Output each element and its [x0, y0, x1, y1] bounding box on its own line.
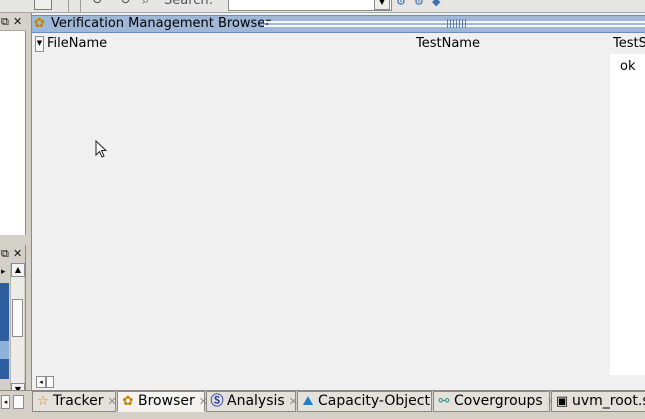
titlebar-grip-handle[interactable]: [447, 19, 467, 28]
mouse-cursor-icon: [95, 140, 108, 158]
search-options-icon[interactable]: ⚙: [396, 0, 406, 8]
browser-icon: ✿: [122, 394, 134, 409]
column-header-testname[interactable]: TestName: [416, 36, 480, 51]
redo-icon[interactable]: ↻: [120, 0, 131, 8]
capacity-chart-icon: ⛰: [302, 394, 314, 409]
search-dropdown-button[interactable]: ▼: [374, 0, 390, 10]
tab-close-icon[interactable]: ✕: [108, 392, 117, 411]
vertical-scrollbar[interactable]: ▲ ▼: [10, 263, 25, 397]
tab-scroll-left-button[interactable]: ◂: [1, 395, 10, 409]
analysis-icon: Ⓢ: [210, 394, 224, 409]
top-toolbar: ↺ ↻ ⌕ Search: ▼ ⚙ ⚙ ◆: [0, 0, 645, 13]
column-header-filename[interactable]: FileName: [47, 36, 107, 51]
tab-capacity-object[interactable]: ⛰Capacity-Object✕: [297, 391, 443, 412]
toolbar-separator: [80, 0, 81, 12]
bottom-tab-bar: ◂ ☆ Tracker ✕ ✿ Browser ✕ Ⓢ Analysis ✕ ⛰ Capaci…: [0, 390, 645, 419]
panel-title: Verification Management Browser: [51, 16, 271, 31]
tab-tracker[interactable]: ☆ Tracker ✕: [32, 391, 117, 412]
left-panel-bottom-header: ⧉ ✕: [0, 245, 26, 262]
tree-row-highlight[interactable]: [0, 341, 9, 359]
panel-titlebar[interactable]: ✿ Verification Management Browser: [32, 15, 645, 33]
panel-splitter[interactable]: [0, 235, 26, 245]
undo-icon[interactable]: ↺: [92, 0, 103, 8]
sort-indicator-icon[interactable]: ▼: [35, 36, 44, 52]
tab-covergroups[interactable]: ⚯Covergroups✕: [433, 391, 556, 412]
tab-browser[interactable]: ✿ Browser ✕: [117, 391, 208, 412]
star-icon: ☆: [37, 394, 49, 409]
toolbar-separator: [68, 0, 69, 12]
tab-scroll-right-button[interactable]: [13, 395, 24, 409]
table-cell-status[interactable]: ok: [620, 59, 635, 74]
tree-selection-highlight[interactable]: [0, 283, 9, 379]
close-icon[interactable]: ✕: [13, 248, 22, 259]
search-clear-icon[interactable]: ◆: [432, 0, 440, 8]
source-file-icon: ▣: [555, 394, 569, 409]
table-header: ▼ FileName TestName TestS: [32, 34, 645, 54]
scroll-up-button[interactable]: ▲: [11, 263, 25, 277]
scroll-left-button[interactable]: ◂: [36, 376, 46, 388]
search-label: Search:: [164, 0, 214, 8]
verification-browser-panel: ✿ Verification Management Browser ▼ File…: [31, 13, 645, 390]
scroll-thumb[interactable]: [46, 376, 54, 388]
left-panel-bottom: ⧉ ✕ ▸ ▲ ▼: [0, 245, 26, 397]
left-panel-top-header: ⧉ ✕: [0, 13, 26, 31]
find-icon[interactable]: ⌕: [142, 0, 149, 8]
column-header-teststatus[interactable]: TestS: [613, 36, 645, 51]
close-icon[interactable]: ✕: [13, 16, 22, 27]
search-input[interactable]: [228, 0, 392, 11]
horizontal-scrollbar[interactable]: ◂: [32, 375, 645, 389]
scroll-thumb[interactable]: [12, 299, 23, 337]
expand-arrow-icon[interactable]: ▸: [1, 267, 6, 278]
status-column[interactable]: ok: [610, 54, 645, 375]
browser-icon: ✿: [34, 16, 45, 31]
toolbar-dropdown-button[interactable]: [34, 0, 52, 10]
restore-icon[interactable]: ⧉: [1, 248, 9, 259]
tab-uvm-root-sv[interactable]: ▣uvm_root.sv: [551, 391, 645, 412]
restore-icon[interactable]: ⧉: [1, 16, 9, 27]
table-body[interactable]: [32, 54, 610, 375]
tab-analysis[interactable]: Ⓢ Analysis ✕: [206, 391, 298, 412]
search-next-icon[interactable]: ⚙: [414, 0, 424, 8]
left-panel-top: ⧉ ✕: [0, 13, 26, 235]
covergroups-icon: ⚯: [438, 394, 450, 409]
